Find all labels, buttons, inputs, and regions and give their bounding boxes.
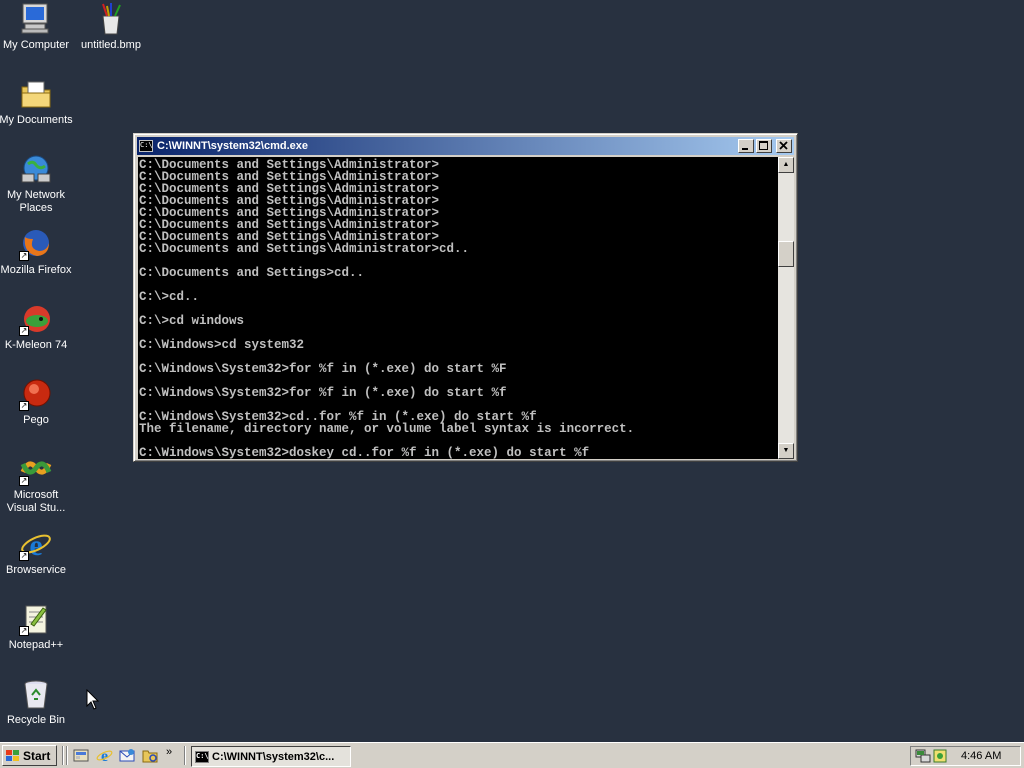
visual-studio-icon: ↗ <box>19 452 53 486</box>
console-line: C:\Windows\System32>for %f in (*.exe) do… <box>139 386 507 400</box>
desktop-icon-k-meleon[interactable]: ↗ K-Meleon 74 <box>0 302 74 352</box>
pego-icon: ↗ <box>19 377 53 411</box>
desktop-icon-notepad-plus-plus[interactable]: ↗ Notepad++ <box>0 602 74 652</box>
desktop-icon-label: K-Meleon 74 <box>4 339 68 351</box>
console-line: C:\Documents and Settings\Administrator>… <box>139 242 470 256</box>
console-title-bar[interactable]: C:\ C:\WINNT\system32\cmd.exe <box>137 137 794 155</box>
desktop-icon-label: My Documents <box>0 114 73 126</box>
shortcut-arrow-icon: ↗ <box>19 551 29 561</box>
show-desktop-icon[interactable] <box>73 747 90 764</box>
desktop-icon-untitled-bmp[interactable]: untitled.bmp <box>73 2 149 52</box>
close-button[interactable] <box>776 139 792 153</box>
console-window[interactable]: C:\ C:\WINNT\system32\cmd.exe C:\Documen… <box>133 133 798 462</box>
desktop-icon-pego[interactable]: ↗ Pego <box>0 377 74 427</box>
mouse-cursor-icon <box>86 689 100 710</box>
tray-app-icon[interactable] <box>932 748 948 764</box>
taskbar-separator <box>184 746 186 765</box>
close-icon <box>779 141 788 150</box>
taskbar-button-cmd[interactable]: C:\ C:\WINNT\system32\c... <box>191 746 351 767</box>
console-line: C:\Windows>cd system32 <box>139 338 305 352</box>
taskbar-separator <box>66 746 68 765</box>
k-meleon-icon: ↗ <box>19 302 53 336</box>
minimize-icon <box>742 148 748 150</box>
desktop-icon-my-documents[interactable]: My Documents <box>0 77 74 127</box>
internet-explorer-icon: e ↗ <box>19 527 53 562</box>
my-documents-icon <box>19 77 53 111</box>
minimize-button[interactable] <box>738 139 754 153</box>
desktop-icon-label: My Network Places <box>6 189 66 214</box>
cmd-window-icon[interactable]: C:\ <box>139 140 153 152</box>
start-button[interactable]: Start <box>2 745 57 766</box>
desktop-icon-label: Mozilla Firefox <box>0 264 72 276</box>
network-places-icon <box>19 152 53 186</box>
explorer-icon[interactable] <box>142 747 159 764</box>
task-button-label: C:\WINNT\system32\c... <box>212 750 335 763</box>
desktop-icon-recycle-bin[interactable]: Recycle Bin <box>0 677 74 727</box>
taskbar: Start e » C:\ C:\WINNT\system32\c... 4:4… <box>0 742 1024 768</box>
console-line: C:\>cd.. <box>139 290 200 304</box>
desktop-icon-label: Recycle Bin <box>6 714 66 726</box>
cmd-window-icon: C:\ <box>195 750 209 763</box>
bitmap-file-icon <box>94 2 128 36</box>
taskbar-separator <box>62 746 64 765</box>
desktop: My Computer untitled.bmp My Documents My… <box>0 0 1024 742</box>
desktop-icon-label: Browservice <box>6 564 66 576</box>
vertical-scrollbar[interactable]: ▲ ▼ <box>778 157 794 459</box>
taskbar-clock[interactable]: 4:46 AM <box>961 750 1001 762</box>
notepad-plus-plus-icon: ↗ <box>19 602 53 636</box>
my-computer-icon <box>19 2 53 36</box>
shortcut-arrow-icon: ↗ <box>19 476 29 486</box>
maximize-icon <box>759 141 768 150</box>
shortcut-arrow-icon: ↗ <box>19 326 29 336</box>
scroll-down-button[interactable]: ▼ <box>778 443 794 459</box>
scroll-thumb[interactable] <box>778 241 794 267</box>
console-line: C:\>cd windows <box>139 314 245 328</box>
start-label: Start <box>23 748 51 763</box>
outlook-express-icon[interactable] <box>119 747 136 764</box>
scroll-up-button[interactable]: ▲ <box>778 157 794 173</box>
console-line: C:\Documents and Settings>cd.. <box>139 266 365 280</box>
desktop-icon-label: untitled.bmp <box>81 39 141 51</box>
console-output[interactable]: C:\Documents and Settings\Administrator>… <box>138 157 778 459</box>
internet-explorer-icon[interactable]: e <box>96 747 113 764</box>
desktop-icon-label: Notepad++ <box>8 639 64 651</box>
network-tray-icon[interactable] <box>915 748 931 764</box>
desktop-icon-label: My Computer <box>2 39 70 51</box>
shortcut-arrow-icon: ↗ <box>19 251 29 261</box>
shortcut-arrow-icon: ↗ <box>19 401 29 411</box>
quick-launch-overflow-button[interactable]: » <box>166 746 172 758</box>
maximize-button[interactable] <box>756 139 772 153</box>
shortcut-arrow-icon: ↗ <box>19 626 29 636</box>
desktop-icon-label: Microsoft Visual Stu... <box>6 489 66 514</box>
console-line: C:\Windows\System32>for %f in (*.exe) do… <box>139 362 507 376</box>
windows-logo-icon <box>6 749 20 762</box>
console-line: The filename, directory name, or volume … <box>139 422 635 436</box>
desktop-icon-network-places[interactable]: My Network Places <box>0 152 74 215</box>
svg-text:e: e <box>101 748 108 764</box>
svg-text:e: e <box>29 529 42 561</box>
desktop-icon-label: Pego <box>23 414 49 426</box>
console-line: C:\Windows\System32>doskey cd..for %f in… <box>139 446 590 459</box>
recycle-bin-icon <box>19 677 53 711</box>
system-tray: 4:46 AM <box>910 746 1021 766</box>
desktop-icon-my-computer[interactable]: My Computer <box>0 2 74 52</box>
console-text: C:\Documents and Settings\Administrator>… <box>138 157 778 459</box>
firefox-icon: ↗ <box>19 227 53 261</box>
desktop-icon-firefox[interactable]: ↗ Mozilla Firefox <box>0 227 74 277</box>
desktop-icon-browservice[interactable]: e ↗ Browservice <box>0 527 74 577</box>
desktop-icon-visual-studio[interactable]: ↗ Microsoft Visual Stu... <box>0 452 74 515</box>
window-title: C:\WINNT\system32\cmd.exe <box>157 140 308 152</box>
